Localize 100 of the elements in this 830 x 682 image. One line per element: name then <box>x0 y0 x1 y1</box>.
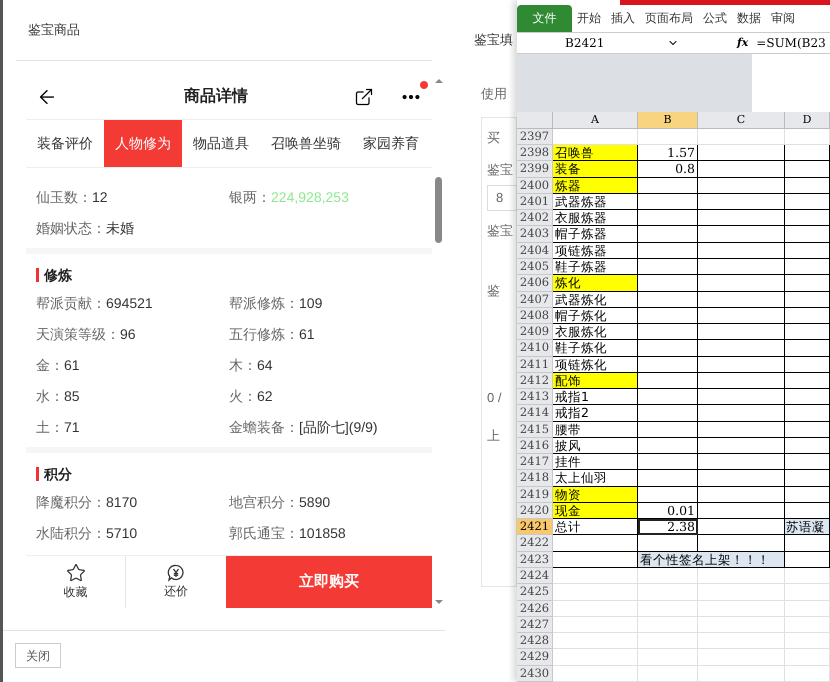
scroll-thumb[interactable] <box>435 177 442 243</box>
row-header[interactable]: 2422 <box>517 535 553 552</box>
row-header[interactable]: 2428 <box>517 633 553 650</box>
info-field: 降魔积分：8170 <box>36 492 221 513</box>
row-header[interactable]: 2426 <box>517 600 553 617</box>
info-field: 婚姻状态：未婚 <box>36 218 221 239</box>
row-header[interactable]: 2415 <box>517 422 553 438</box>
row-header[interactable]: 2400 <box>517 178 553 194</box>
info-field: 郭氏通宝：101858 <box>229 523 414 544</box>
row-header[interactable]: 2407 <box>517 292 553 308</box>
form-label: 买 <box>487 129 501 147</box>
name-box[interactable]: B2421 <box>517 32 667 53</box>
table-cell: 0.01 <box>638 502 698 520</box>
table-cell <box>638 422 698 438</box>
row-header[interactable]: 2397 <box>517 128 553 146</box>
ribbon-tab[interactable]: 数据 <box>732 4 766 32</box>
table-cell <box>785 308 830 324</box>
tab[interactable]: 装备评价 <box>26 120 104 167</box>
table-cell <box>785 649 830 666</box>
formula-bar[interactable]: =SUM(B23 <box>756 34 826 52</box>
row-header[interactable]: 2417 <box>517 454 553 470</box>
ribbon-tab[interactable]: 页面布局 <box>640 4 698 32</box>
row-header[interactable]: 2421 <box>517 519 553 536</box>
table-cell: 戒指1 <box>553 389 638 406</box>
table-cell <box>638 324 698 340</box>
row-header[interactable]: 2423 <box>517 552 553 568</box>
row-header[interactable]: 2425 <box>517 584 553 601</box>
row-header[interactable]: 2412 <box>517 372 553 390</box>
tab[interactable]: 召唤兽坐骑 <box>260 120 352 167</box>
row-header[interactable]: 2418 <box>517 470 553 487</box>
row-header[interactable]: 2401 <box>517 194 553 210</box>
row-header[interactable]: 2429 <box>517 649 553 666</box>
row-header[interactable]: 2424 <box>517 568 553 584</box>
table-cell <box>785 258 830 276</box>
row-header[interactable]: 2409 <box>517 324 553 340</box>
column-header[interactable]: C <box>698 112 785 128</box>
table-cell <box>638 486 698 503</box>
input-field[interactable]: 8 <box>487 185 517 211</box>
close-button[interactable]: 关闭 <box>15 643 61 668</box>
form-label: 鉴宝 <box>487 222 514 240</box>
form-label: 鉴宝 <box>487 160 514 178</box>
row-header[interactable]: 2411 <box>517 356 553 373</box>
file-tab[interactable]: 文件 <box>517 4 572 32</box>
table-cell <box>638 389 698 406</box>
table-cell: 武器炼化 <box>553 292 638 308</box>
row-header[interactable]: 2398 <box>517 145 553 162</box>
row-header[interactable]: 2427 <box>517 616 553 634</box>
table-cell <box>785 666 830 682</box>
bargain-button[interactable]: 还价 <box>126 556 226 608</box>
table-cell <box>638 568 698 584</box>
row-header[interactable]: 2416 <box>517 438 553 454</box>
table-cell <box>785 194 830 210</box>
tab[interactable]: 家园养育 <box>352 120 430 167</box>
row-header[interactable]: 2405 <box>517 258 553 276</box>
row-header[interactable]: 2430 <box>517 666 553 682</box>
row-header[interactable]: 2420 <box>517 502 553 520</box>
column-header[interactable]: B <box>638 112 698 128</box>
table-cell: 戒指2 <box>553 405 638 422</box>
tab[interactable]: 物品道具 <box>182 120 260 167</box>
form-label: 鉴 <box>487 282 501 300</box>
ribbon-tab[interactable]: 开始 <box>572 4 606 32</box>
table-cell: 2.38 <box>638 519 698 536</box>
row-header[interactable]: 2408 <box>517 308 553 324</box>
info-field: 金蟾装备：[品阶七](9/9) <box>229 417 414 438</box>
table-cell: 武器炼器 <box>553 194 638 210</box>
ribbon-tab[interactable]: 插入 <box>606 4 640 32</box>
table-cell: 披风 <box>553 438 638 454</box>
tab[interactable]: 人物修为 <box>104 120 182 167</box>
table-cell: 挂件 <box>553 454 638 470</box>
column-header[interactable]: D <box>785 112 830 128</box>
function-icon[interactable]: fx <box>737 34 748 52</box>
row-header[interactable]: 2413 <box>517 389 553 406</box>
table-cell <box>785 161 830 178</box>
buy-now-button[interactable]: 立即购买 <box>226 556 432 608</box>
ribbon-tab[interactable]: 公式 <box>698 4 732 32</box>
row-header[interactable]: 2419 <box>517 486 553 503</box>
row-header[interactable]: 2402 <box>517 210 553 226</box>
row-header[interactable]: 2404 <box>517 242 553 259</box>
table-cell <box>785 422 830 438</box>
row-header[interactable]: 2403 <box>517 226 553 243</box>
table-cell: 衣服炼器 <box>553 210 638 226</box>
table-cell <box>785 405 830 422</box>
table-cell: 帽子炼器 <box>553 226 638 243</box>
favorite-button[interactable]: 收藏 <box>26 556 126 608</box>
table-cell: 0.8 <box>638 161 698 178</box>
table-cell: 1.57 <box>638 145 698 162</box>
table-cell <box>638 258 698 276</box>
table-cell <box>638 194 698 210</box>
share-icon[interactable] <box>354 87 374 107</box>
row-header[interactable]: 2414 <box>517 405 553 422</box>
row-header[interactable]: 2399 <box>517 161 553 178</box>
table-cell <box>638 178 698 194</box>
table-cell: 现金 <box>553 502 638 520</box>
row-header[interactable]: 2406 <box>517 275 553 292</box>
heading-accent <box>36 268 39 282</box>
table-cell <box>785 210 830 226</box>
table-cell <box>638 372 698 390</box>
row-header[interactable]: 2410 <box>517 340 553 357</box>
table-cell: 召唤兽 <box>553 145 638 162</box>
ribbon-tab[interactable]: 审阅 <box>766 4 800 32</box>
